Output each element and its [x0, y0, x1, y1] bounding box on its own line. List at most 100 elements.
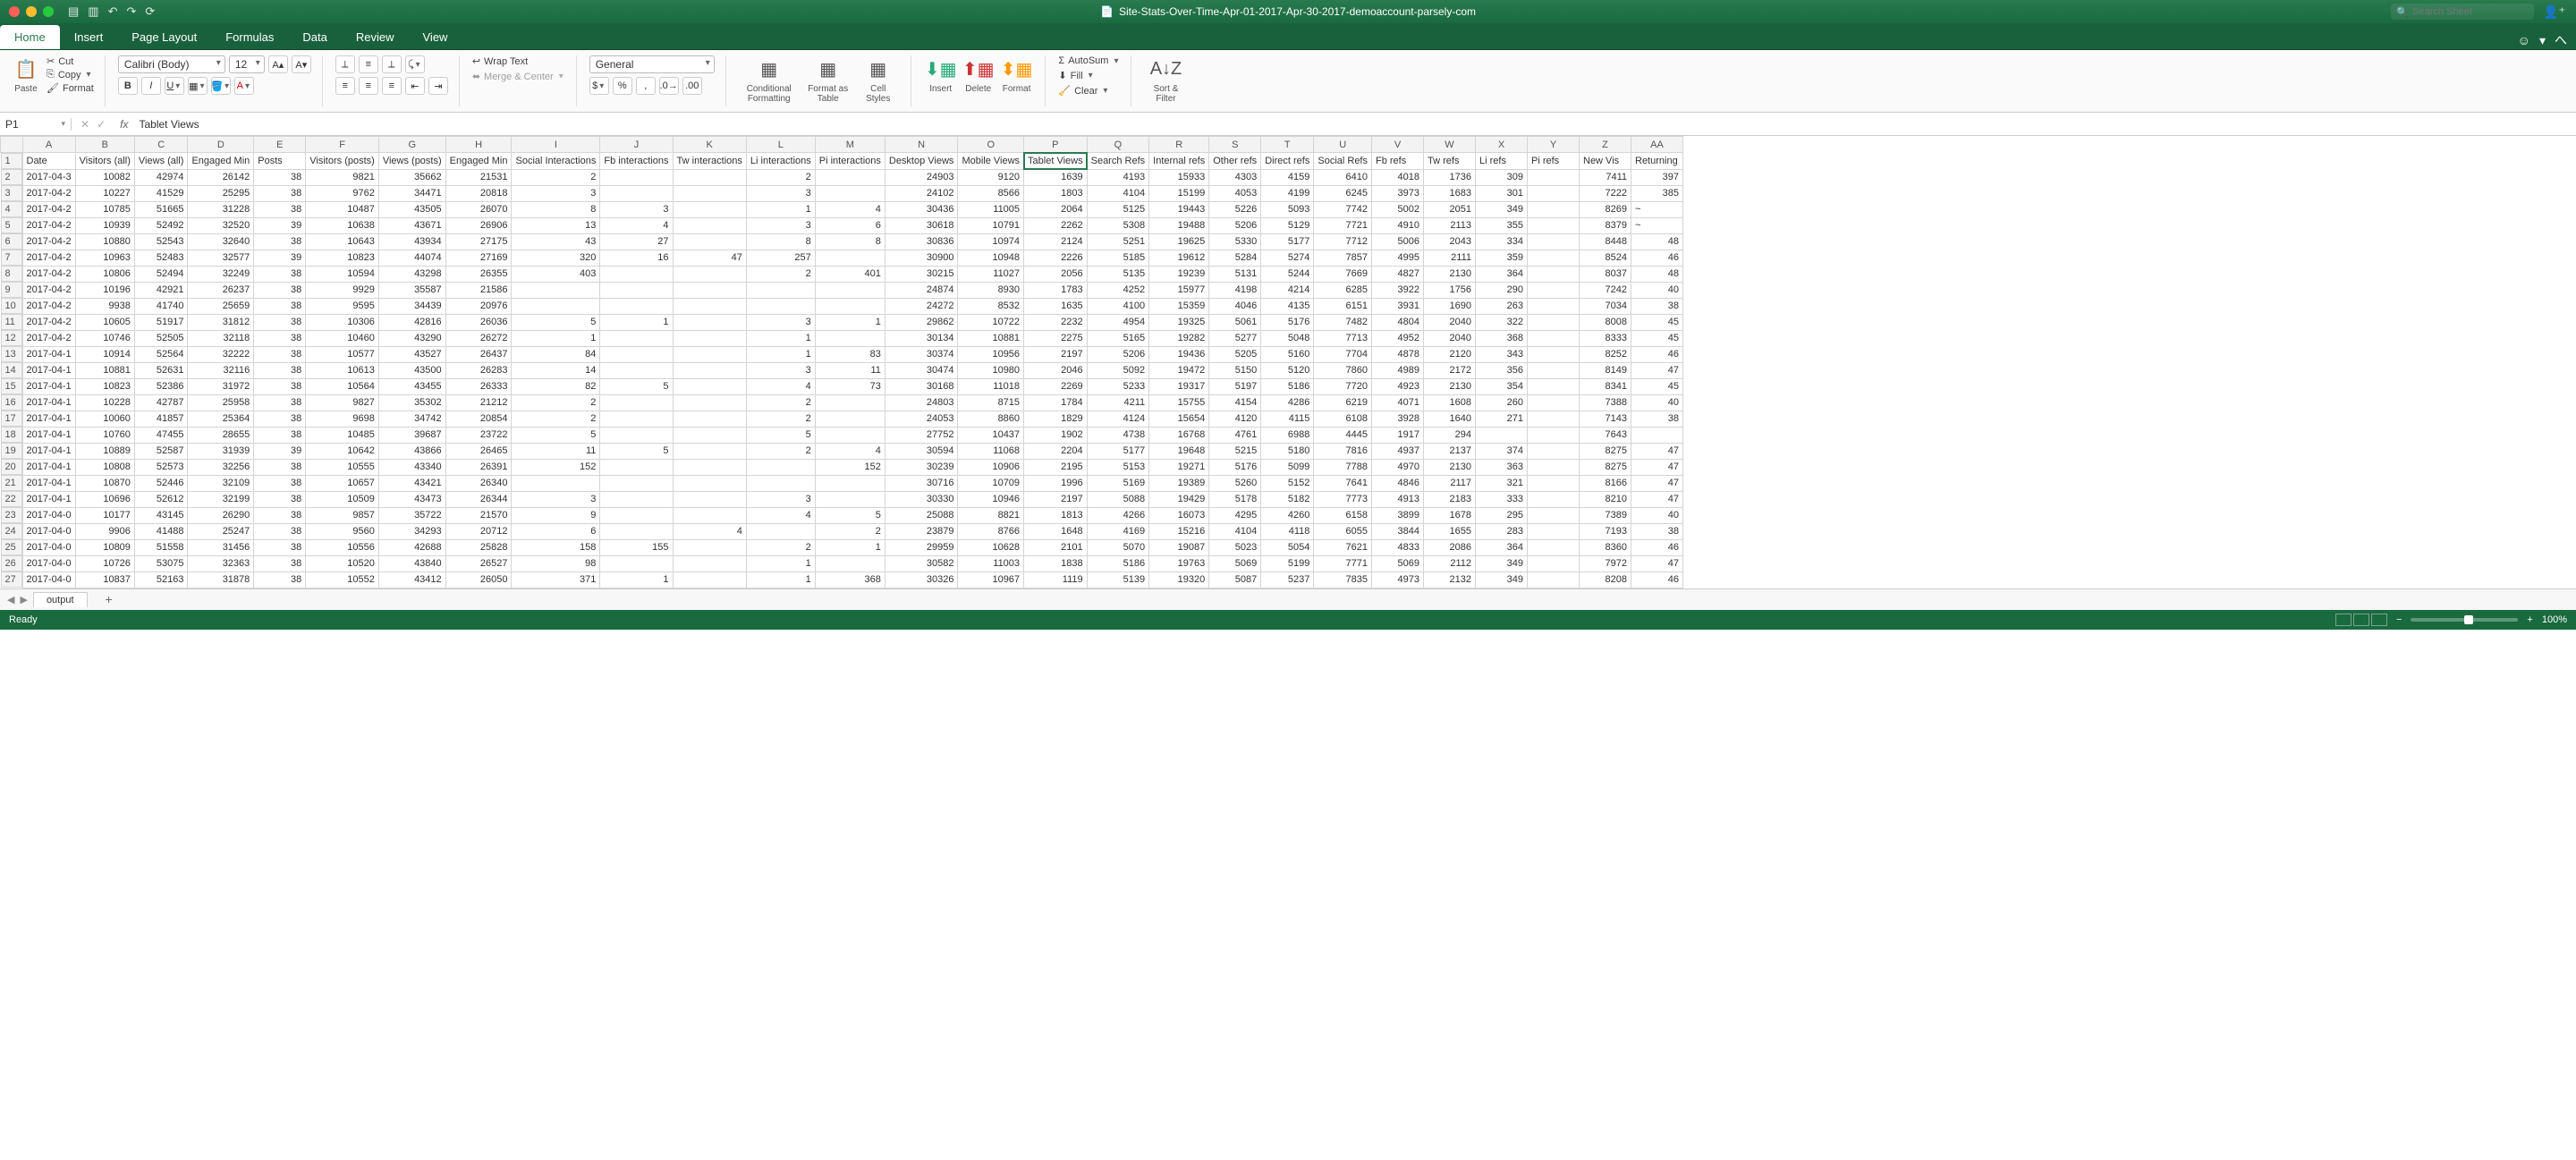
- cell-K27[interactable]: [673, 572, 746, 588]
- tab-review[interactable]: Review: [342, 25, 409, 49]
- cell-K20[interactable]: [673, 459, 746, 475]
- cell-H7[interactable]: 27169: [445, 250, 512, 266]
- col-header-F[interactable]: F: [306, 137, 379, 153]
- cell-I17[interactable]: 2: [512, 411, 600, 427]
- cell-I4[interactable]: 8: [512, 201, 600, 217]
- cell-H3[interactable]: 20818: [445, 185, 512, 201]
- cell-K21[interactable]: [673, 475, 746, 491]
- cell-X16[interactable]: 260: [1476, 394, 1528, 411]
- cell-X3[interactable]: 301: [1476, 185, 1528, 201]
- cell-R9[interactable]: 15977: [1149, 282, 1209, 298]
- cell-K7[interactable]: 47: [673, 250, 746, 266]
- fill-button[interactable]: ⬇Fill▾: [1058, 70, 1120, 81]
- cell-E25[interactable]: 38: [254, 539, 306, 555]
- cell-W9[interactable]: 1756: [1424, 282, 1476, 298]
- cell-A24[interactable]: 2017-04-0: [22, 523, 75, 539]
- cell-O18[interactable]: 10437: [958, 427, 1024, 443]
- number-format-select[interactable]: General: [589, 55, 715, 73]
- cell-G24[interactable]: 34293: [378, 523, 445, 539]
- cell-D12[interactable]: 32118: [188, 330, 254, 346]
- undo-icon[interactable]: ↶: [108, 4, 118, 19]
- cell-D19[interactable]: 31939: [188, 443, 254, 459]
- cell-J22[interactable]: [600, 491, 673, 507]
- cell-E26[interactable]: 38: [254, 555, 306, 572]
- cell-A14[interactable]: 2017-04-1: [22, 362, 75, 378]
- cancel-edit-icon[interactable]: ✕: [80, 118, 89, 131]
- cell-D9[interactable]: 26237: [188, 282, 254, 298]
- cell-E3[interactable]: 38: [254, 185, 306, 201]
- cell-O27[interactable]: 10967: [958, 572, 1024, 588]
- cell-F9[interactable]: 9929: [306, 282, 379, 298]
- cell-T1[interactable]: Direct refs: [1261, 153, 1314, 170]
- cell-V14[interactable]: 4989: [1372, 362, 1424, 378]
- cell-P8[interactable]: 2056: [1024, 266, 1088, 282]
- cell-Y22[interactable]: [1528, 491, 1580, 507]
- cell-X9[interactable]: 290: [1476, 282, 1528, 298]
- cell-Z27[interactable]: 8208: [1580, 572, 1631, 588]
- cell-T19[interactable]: 5180: [1261, 443, 1314, 459]
- cell-X26[interactable]: 349: [1476, 555, 1528, 572]
- cell-L15[interactable]: 4: [746, 378, 815, 394]
- cell-C10[interactable]: 41740: [134, 298, 188, 314]
- cell-R4[interactable]: 19443: [1149, 201, 1209, 217]
- cell-W24[interactable]: 1655: [1424, 523, 1476, 539]
- cell-V18[interactable]: 1917: [1372, 427, 1424, 443]
- cell-Y2[interactable]: [1528, 169, 1580, 185]
- cell-W1[interactable]: Tw refs: [1424, 153, 1476, 170]
- cell-A27[interactable]: 2017-04-0: [22, 572, 75, 588]
- cell-D1[interactable]: Engaged Min: [188, 153, 254, 170]
- cell-G15[interactable]: 43455: [378, 378, 445, 394]
- cell-P7[interactable]: 2226: [1024, 250, 1088, 266]
- cell-Y16[interactable]: [1528, 394, 1580, 411]
- cell-N17[interactable]: 24053: [885, 411, 958, 427]
- cell-U13[interactable]: 7704: [1314, 346, 1372, 362]
- cell-O8[interactable]: 11027: [958, 266, 1024, 282]
- copy-button[interactable]: ⎘Copy▾: [47, 69, 94, 80]
- row-header-13[interactable]: 13: [1, 346, 22, 362]
- cell-D20[interactable]: 32256: [188, 459, 254, 475]
- cell-B11[interactable]: 10605: [75, 314, 134, 330]
- cell-H26[interactable]: 26527: [445, 555, 512, 572]
- borders-button[interactable]: ▦▾: [188, 77, 208, 95]
- cell-W19[interactable]: 2137: [1424, 443, 1476, 459]
- cell-I25[interactable]: 158: [512, 539, 600, 555]
- cell-F11[interactable]: 10306: [306, 314, 379, 330]
- cell-L10[interactable]: [746, 298, 815, 314]
- cell-G27[interactable]: 43412: [378, 572, 445, 588]
- confirm-edit-icon[interactable]: ✓: [97, 118, 106, 131]
- cell-J16[interactable]: [600, 394, 673, 411]
- cell-S19[interactable]: 5215: [1209, 443, 1261, 459]
- cell-U23[interactable]: 6158: [1314, 507, 1372, 523]
- cell-W26[interactable]: 2112: [1424, 555, 1476, 572]
- cell-AA3[interactable]: 385: [1631, 185, 1683, 201]
- cell-Q4[interactable]: 5125: [1087, 201, 1149, 217]
- cell-Q25[interactable]: 5070: [1087, 539, 1149, 555]
- cell-G4[interactable]: 43505: [378, 201, 445, 217]
- cell-AA22[interactable]: 47: [1631, 491, 1683, 507]
- bold-button[interactable]: B: [118, 77, 138, 95]
- cell-Z1[interactable]: New Vis: [1580, 153, 1631, 170]
- cell-Y26[interactable]: [1528, 555, 1580, 572]
- cell-J14[interactable]: [600, 362, 673, 378]
- col-header-W[interactable]: W: [1424, 137, 1476, 153]
- cell-B21[interactable]: 10870: [75, 475, 134, 491]
- cell-Z9[interactable]: 7242: [1580, 282, 1631, 298]
- cell-J27[interactable]: 1: [600, 572, 673, 588]
- cell-P6[interactable]: 2124: [1024, 233, 1088, 250]
- cell-P5[interactable]: 2262: [1024, 217, 1088, 233]
- currency-button[interactable]: $▾: [589, 77, 609, 95]
- fx-icon[interactable]: fx: [114, 118, 133, 131]
- cell-W16[interactable]: 1608: [1424, 394, 1476, 411]
- orientation-button[interactable]: ⤹▾: [405, 55, 425, 73]
- cell-G18[interactable]: 39687: [378, 427, 445, 443]
- cell-U14[interactable]: 7860: [1314, 362, 1372, 378]
- format-painter-button[interactable]: 🖌Format: [47, 82, 94, 94]
- cell-B18[interactable]: 10760: [75, 427, 134, 443]
- cell-I24[interactable]: 6: [512, 523, 600, 539]
- cell-V16[interactable]: 4071: [1372, 394, 1424, 411]
- cell-N1[interactable]: Desktop Views: [885, 153, 958, 170]
- cell-U15[interactable]: 7720: [1314, 378, 1372, 394]
- cell-H2[interactable]: 21531: [445, 169, 512, 185]
- cell-E16[interactable]: 38: [254, 394, 306, 411]
- cell-G26[interactable]: 43840: [378, 555, 445, 572]
